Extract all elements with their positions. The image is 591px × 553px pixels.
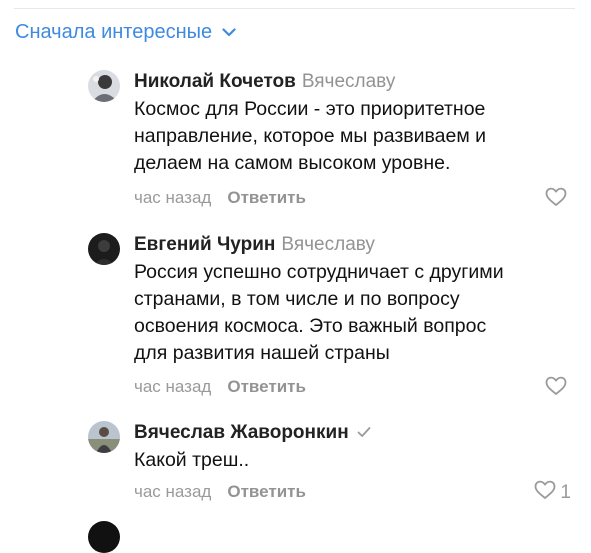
like-button[interactable]: 1 <box>534 480 571 506</box>
comment-item: Вячеслав Жаворонкин Какой треш.. час наз… <box>88 421 575 511</box>
comment-time: час назад <box>134 377 212 396</box>
comment-header: Евгений Чурин Вячеславу <box>134 233 375 257</box>
reply-button[interactable]: Ответить <box>227 188 306 207</box>
comment-actions: час назад Ответить <box>134 187 306 209</box>
checkmark-icon <box>357 421 371 445</box>
sort-dropdown[interactable]: Сначала интересные <box>15 21 236 44</box>
heart-icon <box>545 376 567 402</box>
reply-to-name[interactable]: Вячеславу <box>281 234 375 255</box>
reply-button[interactable]: Ответить <box>227 377 306 396</box>
reply-to-name[interactable]: Вячеславу <box>302 71 396 92</box>
comment-text: Какой треш.. <box>134 449 250 471</box>
heart-icon <box>545 187 567 213</box>
author-name[interactable]: Вячеслав Жаворонкин <box>134 422 349 443</box>
like-count: 1 <box>560 482 571 503</box>
comment-item: Николай Кочетов Вячеславу Космос для Росс… <box>88 70 575 220</box>
avatar[interactable] <box>88 521 120 553</box>
avatar[interactable] <box>88 233 120 265</box>
comment-header: Вячеслав Жаворонкин <box>134 421 371 445</box>
avatar[interactable] <box>88 421 120 453</box>
comment-actions: час назад Ответить <box>134 376 306 398</box>
heart-icon <box>534 480 556 506</box>
comment-text: Космос для России - это приоритетное нап… <box>134 98 487 174</box>
comment-time: час назад <box>134 188 212 207</box>
author-name[interactable]: Евгений Чурин <box>134 234 275 255</box>
like-button[interactable] <box>545 376 571 402</box>
top-divider <box>14 8 575 9</box>
comment-item: Евгений Чурин Вячеславу Россия успешно со… <box>88 233 575 408</box>
comment-header: Николай Кочетов Вячеславу <box>134 70 395 94</box>
author-name[interactable]: Николай Кочетов <box>134 71 296 92</box>
sort-label: Сначала интересные <box>15 21 213 43</box>
reply-button[interactable]: Ответить <box>227 482 306 501</box>
comment-text: Россия успешно сотрудничает с другими ст… <box>134 261 504 364</box>
comment-actions: час назад Ответить <box>134 481 306 503</box>
avatar[interactable] <box>88 70 120 102</box>
comment-time: час назад <box>134 482 212 501</box>
like-button[interactable] <box>545 187 571 213</box>
chevron-down-icon <box>222 28 236 37</box>
